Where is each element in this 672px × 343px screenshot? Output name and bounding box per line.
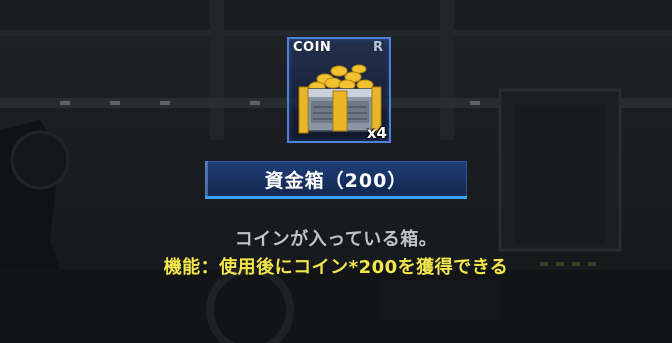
item-name: 資金箱（200） — [264, 170, 408, 192]
item-category-label: COIN — [293, 40, 332, 55]
item-description: コインが入っている箱。 — [234, 229, 438, 250]
item-quantity: x4 — [366, 124, 387, 142]
item-function: 機能：使用後にコイン*200を獲得できる — [163, 257, 509, 278]
item-rarity-label: R — [372, 40, 383, 55]
item-card[interactable]: COIN R x4 — [287, 37, 391, 143]
item-name-bar: 資金箱（200） — [205, 161, 467, 199]
